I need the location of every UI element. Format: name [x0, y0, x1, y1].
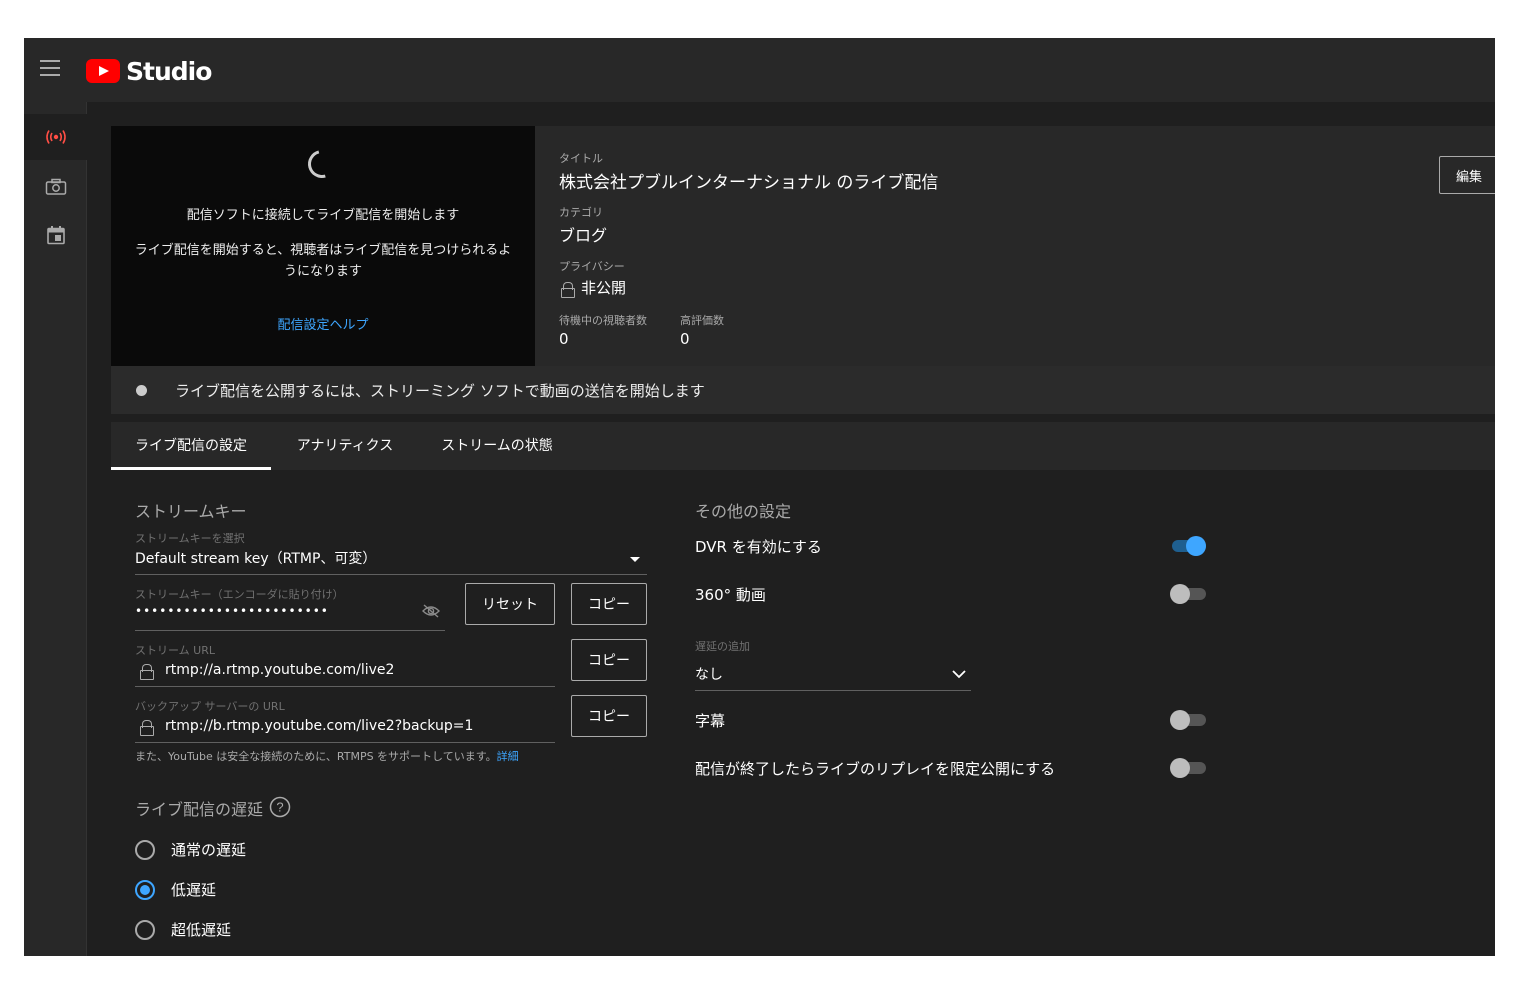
tab-stream-health[interactable]: ストリームの状態 [429, 422, 565, 470]
waiting-viewers-label: 待機中の視聴者数 [559, 314, 647, 327]
live-icon[interactable] [24, 114, 87, 160]
live-broadcast-icon [45, 130, 66, 144]
privacy-value: 非公開 [581, 279, 627, 297]
webcam-icon [45, 178, 66, 195]
backup-url-label: バックアップ サーバーの URL [135, 700, 285, 713]
stream-title: 株式会社プブルインターナショナル のライブ配信 [559, 173, 939, 193]
status-text: ライブ配信を公開するには、ストリーミング ソフトで動画の送信を開始します [175, 382, 705, 400]
latency-ultra-low-radio[interactable] [135, 920, 155, 940]
stream-key-select-underline [135, 574, 647, 575]
rtmps-note-text: また、YouTube は安全な接続のために、RTMPS をサポートしています。 [135, 750, 497, 763]
stream-url-underline [135, 686, 555, 687]
visibility-off-icon[interactable] [422, 604, 440, 618]
status-dot-icon [136, 385, 147, 396]
logo-text: Studio [126, 56, 212, 86]
tab-bar: ライブ配信の設定 アナリティクス ストリームの状態 [111, 422, 1495, 470]
youtube-play-icon [86, 59, 120, 83]
status-bar: ライブ配信を公開するには、ストリーミング ソフトで動画の送信を開始します [111, 366, 1495, 414]
stream-key-section-title: ストリームキー [135, 502, 247, 521]
stream-key-label: ストリームキー（エンコーダに貼り付け） [135, 588, 344, 601]
preview-subtext: ライブ配信を開始すると、視聴者はライブ配信を見つけられるようになります [134, 243, 512, 279]
dropdown-arrow-icon[interactable] [629, 556, 641, 564]
stream-settings-help-link[interactable]: 配信設定ヘルプ [111, 314, 535, 333]
tab-live-settings[interactable]: ライブ配信の設定 [111, 422, 271, 470]
youtube-studio-logo[interactable]: Studio [86, 56, 212, 86]
latency-low-label: 低遅延 [171, 881, 217, 899]
stream-key-select-label: ストリームキーを選択 [135, 532, 245, 545]
studio-app: Studio 配信ソフトに接続してライブ配信を開始します ライブ配信を開始すると… [24, 38, 1495, 956]
captions-label: 字幕 [695, 712, 726, 730]
title-label: タイトル [559, 152, 603, 165]
unlisted-replay-toggle[interactable] [1170, 758, 1206, 778]
backup-url-underline [135, 742, 555, 743]
latency-normal-radio[interactable] [135, 840, 155, 860]
backup-url-lock-icon [140, 720, 154, 736]
latency-ultra-low-label: 超低遅延 [171, 921, 232, 939]
category-value: ブログ [559, 226, 608, 245]
hamburger-menu-icon[interactable] [40, 60, 62, 80]
reset-button[interactable]: リセット [465, 583, 555, 625]
likes-label: 高評価数 [680, 314, 724, 327]
backup-url-value[interactable]: rtmp://b.rtmp.youtube.com/live2?backup=1 [165, 718, 473, 734]
stream-url-label: ストリーム URL [135, 644, 215, 657]
privacy-label: プライバシー [559, 260, 625, 273]
camera-icon[interactable] [24, 164, 87, 210]
loading-spinner-icon [302, 144, 342, 184]
tab-analytics[interactable]: アナリティクス [283, 422, 407, 470]
chevron-down-icon[interactable] [952, 670, 966, 679]
stream-key-value[interactable]: •••••••••••••••••••••••• [135, 604, 329, 618]
category-label: カテゴリ [559, 206, 603, 219]
schedule-calendar-icon [46, 226, 65, 245]
captions-toggle[interactable] [1170, 710, 1206, 730]
stream-preview: 配信ソフトに接続してライブ配信を開始します ライブ配信を開始すると、視聴者はライ… [111, 126, 535, 366]
latency-normal-label: 通常の遅延 [171, 841, 247, 859]
rtmps-note: また、YouTube は安全な接続のために、RTMPS をサポートしています。詳… [135, 748, 519, 764]
stream-key-underline [135, 630, 445, 631]
video-360-label: 360° 動画 [695, 586, 766, 604]
dvr-toggle[interactable] [1170, 536, 1206, 556]
stream-url-value[interactable]: rtmp://a.rtmp.youtube.com/live2 [165, 662, 394, 678]
copy-stream-key-button[interactable]: コピー [571, 583, 647, 625]
delay-label: 遅延の追加 [695, 640, 750, 653]
latency-section-title: ライブ配信の遅延 [135, 800, 264, 819]
dvr-label: DVR を有効にする [695, 538, 822, 556]
edit-button[interactable]: 編集 [1439, 156, 1495, 194]
waiting-viewers-count: 0 [559, 330, 569, 348]
delay-select-underline [695, 690, 971, 691]
copy-backup-url-button[interactable]: コピー [571, 695, 647, 737]
top-bar: Studio [24, 38, 1495, 102]
delay-select-value[interactable]: なし [695, 664, 723, 684]
calendar-icon[interactable] [24, 212, 87, 258]
preview-message: 配信ソフトに接続してライブ配信を開始します [186, 208, 460, 223]
svg-text:?: ? [276, 800, 283, 815]
stream-url-lock-icon [140, 664, 154, 680]
other-settings-title: その他の設定 [695, 502, 792, 521]
stream-key-select-value[interactable]: Default stream key（RTMP、可変） [135, 548, 376, 568]
stream-info-panel: タイトル 株式会社プブルインターナショナル のライブ配信 カテゴリ ブログ プラ… [535, 126, 1495, 366]
copy-stream-url-button[interactable]: コピー [571, 639, 647, 681]
video-360-toggle[interactable] [1170, 584, 1206, 604]
latency-low-radio[interactable] [135, 880, 155, 900]
rtmps-details-link[interactable]: 詳細 [497, 750, 519, 763]
left-rail [24, 102, 87, 956]
likes-count: 0 [680, 330, 690, 348]
unlisted-replay-label: 配信が終了したらライブのリプレイを限定公開にする [695, 760, 1056, 778]
privacy-lock-icon [561, 282, 575, 298]
help-question-icon[interactable]: ? [269, 796, 291, 818]
